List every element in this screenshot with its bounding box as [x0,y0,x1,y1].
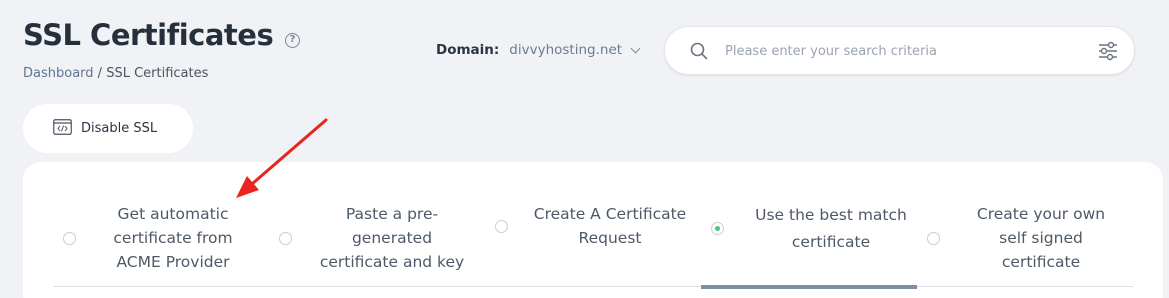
active-option-indicator [701,285,917,289]
filter-sliders-icon[interactable] [1098,41,1118,65]
option-acme-provider[interactable]: Get automatic certificate from ACME Provid… [53,202,269,288]
option-paste-certificate[interactable]: Paste a pre-generated certificate and key [269,202,485,288]
option-label: Paste a pre-generated certificate and key [319,205,465,271]
option-certificate-request[interactable]: Create A Certificate Request [485,202,701,288]
search-icon [690,42,708,64]
domain-value[interactable]: divvyhosting.net [509,42,622,58]
option-label: Get automatic certificate from ACME Provid… [113,205,233,271]
domain-selector[interactable]: Domain: divvyhosting.net [436,42,641,58]
option-self-signed[interactable]: Create your own self signed certificate [917,202,1133,288]
page-title: SSL Certificates [23,18,274,52]
option-radio[interactable] [279,232,292,245]
question-circle-icon[interactable]: ? [285,33,300,48]
option-radio[interactable] [927,232,940,245]
disable-ssl-label: Disable SSL [81,121,158,136]
options-divider [53,286,1133,287]
certificate-options-panel: Get automatic certificate from ACME Provid… [23,162,1163,298]
search-bar [664,26,1135,75]
domain-label: Domain: [436,42,500,58]
option-best-match[interactable]: Use the best match certificate [701,202,917,288]
search-input[interactable] [725,40,1095,62]
breadcrumb: Dashboard / SSL Certificates [23,66,208,81]
breadcrumb-current: SSL Certificates [106,66,209,81]
chevron-down-icon[interactable] [630,43,641,53]
certificate-options: Get automatic certificate from ACME Provid… [53,202,1133,288]
option-label: Create your own self signed certificate [976,205,1106,271]
breadcrumb-dashboard-link[interactable]: Dashboard [23,66,94,81]
option-radio[interactable] [63,232,76,245]
option-label: Create A Certificate Request [533,205,687,247]
code-window-icon [53,118,72,139]
disable-ssl-button[interactable]: Disable SSL [23,104,193,153]
option-label: Use the best match certificate [755,206,907,251]
breadcrumb-separator: / [93,66,107,81]
